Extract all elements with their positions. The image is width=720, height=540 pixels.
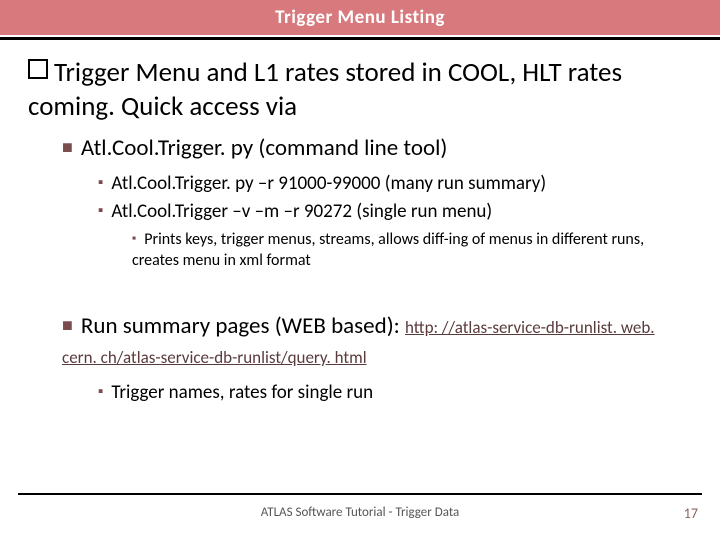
square-bullet-icon: ▪	[98, 174, 103, 192]
bullet-example-2: ▪ Atl.Cool.Trigger –v –m –r 90272 (single…	[98, 199, 692, 225]
footer-text: ATLAS Software Tutorial - Trigger Data	[0, 505, 720, 520]
bullet-example-1: ▪ Atl.Cool.Trigger. py –r 91000-99000 (ma…	[98, 171, 692, 197]
slide-body: Trigger Menu and L1 rates stored in COOL…	[0, 40, 720, 405]
bullet-text: Prints keys, trigger menus, streams, all…	[132, 230, 644, 271]
bullet-text: Atl.Cool.Trigger –v –m –r 90272 (single …	[111, 200, 492, 223]
slide-title: Trigger Menu Listing	[0, 0, 720, 35]
square-bullet-icon: ▪	[98, 202, 103, 220]
bullet-text: Atl.Cool.Trigger. py (command line tool)	[81, 134, 448, 162]
bullet-web: ■Run summary pages (WEB based): http: //…	[62, 312, 692, 372]
bullet-text: Run summary pages (WEB based):	[81, 312, 405, 340]
square-bullet-icon: ▪	[98, 383, 103, 401]
slide: Trigger Menu Listing Trigger Menu and L1…	[0, 0, 720, 540]
bullet-level1: Trigger Menu and L1 rates stored in COOL…	[28, 56, 692, 124]
spacer	[28, 276, 692, 302]
bullet-text: Trigger names, rates for single run	[111, 381, 373, 404]
hollow-square-icon	[28, 59, 48, 79]
square-bullet-icon: ▪	[132, 232, 136, 246]
slide-footer: ATLAS Software Tutorial - Trigger Data	[0, 493, 720, 520]
square-bullet-icon: ■	[62, 314, 73, 336]
square-bullet-icon: ■	[62, 136, 73, 158]
bullet-web-note: ▪ Trigger names, rates for single run	[98, 380, 692, 406]
bullet-text: Trigger Menu and L1 rates stored in COOL…	[28, 56, 622, 123]
bullet-tool: ■ Atl.Cool.Trigger. py (command line tool…	[62, 134, 692, 164]
page-number: 17	[684, 505, 698, 522]
bullet-note: ▪Prints keys, trigger menus, streams, al…	[132, 229, 692, 272]
footer-rule	[18, 493, 702, 495]
bullet-text: Atl.Cool.Trigger. py –r 91000-99000 (man…	[111, 172, 546, 195]
